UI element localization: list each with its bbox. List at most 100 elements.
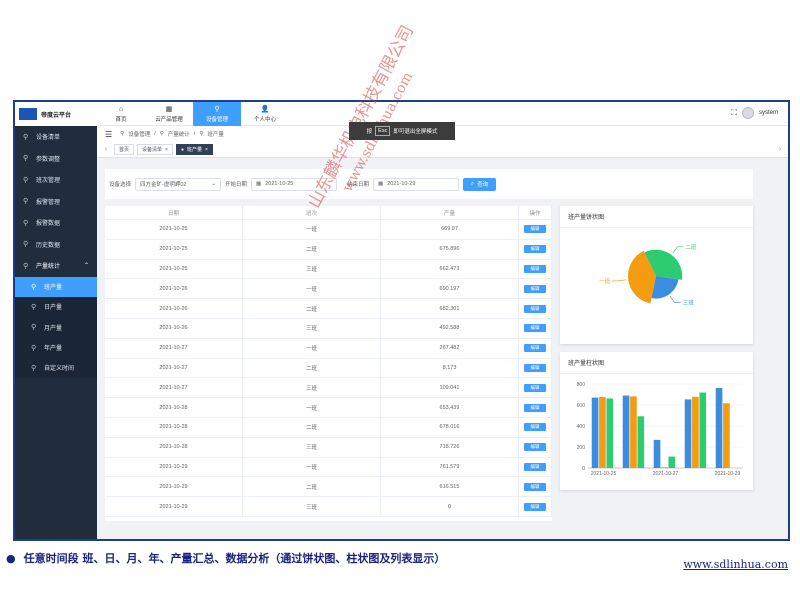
table-header: 日期 班次 产量 操作 — [105, 206, 552, 220]
sidebar-subitem-shift-output[interactable]: ⚲ 班产量 — [15, 276, 97, 297]
x-tick-label: 2021-10-29 — [715, 471, 741, 477]
cell-shift: 二班 — [243, 477, 381, 498]
username[interactable]: system — [759, 110, 778, 116]
edit-button[interactable]: 编辑 — [524, 462, 546, 471]
sidebar-item-history[interactable]: ⚲ 历史数据 — [15, 234, 97, 256]
sidebar-subitem-daily-output[interactable]: ⚲ 日产量 — [15, 296, 97, 318]
breadcrumb-item[interactable]: 设备管理 — [128, 130, 150, 138]
avatar[interactable] — [741, 107, 754, 119]
tab-home[interactable]: 首页 — [114, 144, 135, 155]
app-window: 帝度云平台 ⚲ 设备清单 ⚲ 参数调整 ⚲ 班次管理 ⚲ 报警管理 ⚲ 报警数据 ⚲ 历史数… — [13, 100, 790, 541]
link-icon: ⚲ — [199, 131, 204, 137]
breadcrumb-sep: / — [193, 131, 196, 137]
y-tick-label: 800 — [577, 382, 586, 388]
topnav-device-mgmt[interactable]: ⚲ 设备管理 — [193, 102, 241, 126]
cell-action: 编辑 — [519, 239, 552, 260]
bar — [684, 399, 692, 468]
table-row: 2021-10-25 二班 675.896 编辑 — [105, 239, 552, 260]
start-date-input[interactable]: ▦ 2021-10-25 — [251, 177, 338, 191]
edit-button[interactable]: 编辑 — [524, 284, 546, 293]
fullscreen-icon[interactable]: ⛶ — [731, 108, 737, 118]
bar — [599, 397, 606, 468]
edit-button[interactable]: 编辑 — [524, 423, 546, 432]
chevron-up-icon: ⌃ — [83, 263, 89, 270]
bar-chart-title: 班产量柱状图 — [560, 352, 753, 374]
tab-device-list[interactable]: 设备清单 × — [137, 144, 173, 155]
close-icon[interactable]: × — [165, 147, 168, 153]
query-label: 查询 — [477, 182, 489, 188]
table-row: 2021-10-27 三班 109.041 编辑 — [105, 378, 552, 399]
cell-action: 编辑 — [519, 259, 552, 280]
device-select[interactable]: 四方金矿-虚明岬02 ⌄ — [135, 177, 222, 191]
bar-chart-card: 班产量柱状图 0 200 400 600 800 2021-10-25 2021-10-27… — [560, 352, 753, 490]
sidebar-item-alarm-data[interactable]: ⚲ 报警数据 — [15, 212, 97, 234]
toast-key: Esc — [375, 126, 391, 136]
edit-button[interactable]: 编辑 — [524, 245, 546, 254]
sidebar-subitem-yearly-output[interactable]: ⚲ 年产量 — [15, 337, 97, 358]
sidebar-item-device-list[interactable]: ⚲ 设备清单 — [15, 126, 97, 148]
chevron-right-icon[interactable]: › — [775, 146, 785, 153]
hamburger-icon[interactable]: ☰ — [105, 130, 112, 139]
cell-date: 2021-10-25 — [105, 259, 243, 280]
edit-button[interactable]: 编辑 — [524, 403, 546, 412]
cell-action: 编辑 — [519, 457, 552, 478]
tabs-bar: ‹ 首页 设备清单 × ● 班产量 × › — [97, 142, 788, 158]
cell-action: 编辑 — [519, 398, 552, 418]
query-button[interactable]: ⌕ 查询 — [463, 177, 497, 191]
cell-output: 678.016 — [381, 417, 519, 438]
col-header-action: 操作 — [519, 206, 552, 220]
edit-button[interactable]: 编辑 — [524, 363, 546, 372]
bar — [699, 392, 707, 468]
bar — [723, 403, 730, 468]
table-row: 2021-10-25 三班 662.473 编辑 — [105, 259, 552, 280]
cell-shift: 一班 — [243, 398, 381, 418]
edit-button[interactable]: 编辑 — [524, 482, 546, 491]
close-icon[interactable]: × — [205, 147, 208, 153]
footer-url[interactable]: www.sdlinhua.com — [683, 558, 788, 571]
cell-date: 2021-10-28 — [105, 398, 243, 418]
breadcrumb-item[interactable]: 产量统计 — [168, 130, 190, 138]
link-icon: ⚲ — [23, 176, 29, 184]
cell-shift: 一班 — [243, 279, 381, 300]
edit-button[interactable]: 编辑 — [524, 383, 546, 392]
pie-slice — [651, 276, 679, 299]
sidebar-item-params[interactable]: ⚲ 参数调整 — [15, 148, 97, 170]
cell-output: 267.482 — [381, 338, 519, 359]
sidebar-item-output-stats[interactable]: ⚲ 产量统计 ⌃ — [15, 255, 97, 277]
sidebar-item-shifts[interactable]: ⚲ 班次管理 — [15, 169, 97, 191]
sidebar-subitem-monthly-output[interactable]: ⚲ 月产量 — [15, 317, 97, 338]
sidebar-item-alarm-mgmt[interactable]: ⚲ 报警管理 — [15, 191, 97, 213]
edit-button[interactable]: 编辑 — [524, 225, 546, 234]
edit-button[interactable]: 编辑 — [524, 443, 546, 452]
link-icon: ⚲ — [23, 241, 29, 249]
edit-button[interactable]: 编辑 — [524, 304, 546, 313]
pie-chart: 一班 二班三班 — [599, 243, 697, 307]
sidebar-subitem-custom-time[interactable]: ⚲ 自定义时间 — [15, 357, 97, 378]
bullet-icon: ● — [6, 551, 16, 565]
end-date-input[interactable]: ▦ 2021-10-29 — [373, 177, 460, 191]
sidebar-item-label: 报警数据 — [36, 221, 61, 228]
edit-button[interactable]: 编辑 — [524, 344, 546, 353]
cell-shift: 三班 — [243, 497, 381, 517]
edit-button[interactable]: 编辑 — [524, 502, 546, 511]
table-row: 2021-10-28 三班 718.726 编辑 — [105, 437, 552, 458]
link-icon: ⚲ — [23, 133, 29, 141]
topnav-cloud-products[interactable]: ▦ 云产品管理 — [145, 102, 193, 126]
edit-button[interactable]: 编辑 — [524, 324, 546, 333]
end-date-label: 结束日期 — [347, 182, 370, 188]
table-row: 2021-10-29 三班 0 编辑 — [105, 497, 552, 517]
breadcrumb-item: 班产量 — [207, 132, 224, 138]
table-row: 2021-10-27 一班 267.482 编辑 — [105, 338, 552, 359]
topnav-personal-center[interactable]: 👤 个人中心 — [241, 102, 289, 126]
edit-button[interactable]: 编辑 — [524, 264, 546, 273]
cell-shift: 二班 — [243, 417, 381, 438]
cell-output: 682.301 — [381, 299, 519, 319]
filter-bar: 设备选择 四方金矿-虚明岬02 ⌄ 开始日期 ▦ 2021-10-25 结束日期 ▦… — [105, 169, 753, 199]
chevron-left-icon[interactable]: ‹ — [101, 146, 111, 153]
table-row: 2021-10-25 一班 669.97 编辑 — [105, 220, 552, 240]
topnav-home[interactable]: ⌂ 首页 — [97, 102, 145, 126]
tab-shift-output[interactable]: ● 班产量 × — [175, 144, 213, 155]
bar — [637, 416, 645, 468]
pie-label: 二班 — [685, 243, 697, 251]
cell-date: 2021-10-25 — [105, 239, 243, 260]
